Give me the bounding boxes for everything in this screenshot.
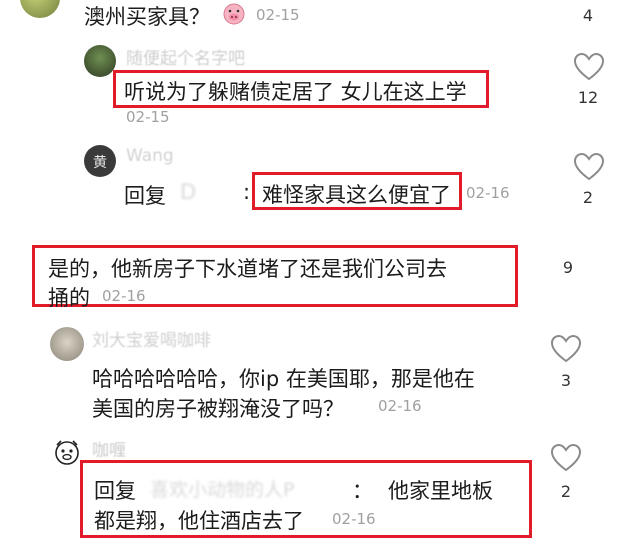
like-heart-icon[interactable] <box>549 443 583 473</box>
comment-text: 澳州买家具？ <box>84 5 210 29</box>
like-count: 3 <box>560 371 572 390</box>
like-heart-icon[interactable] <box>572 52 606 82</box>
reply-text-line2: 美国的房子被翔淹没了吗？ <box>92 397 344 421</box>
like-count: 4 <box>582 6 594 25</box>
reply-username[interactable]: 咖喱 <box>92 436 126 461</box>
like-count: 12 <box>577 88 599 107</box>
like-heart-icon[interactable] <box>549 334 583 364</box>
reply-prefix: 回复 <box>124 184 166 208</box>
like-heart-icon[interactable] <box>572 152 606 182</box>
comment-text-line2: 捅的 <box>48 286 90 310</box>
comment-date: 02-15 <box>256 6 300 24</box>
reply-colon: : <box>243 180 251 204</box>
avatar[interactable]: 黄 <box>84 145 116 177</box>
reply-text-line1: 他家里地板 <box>388 479 493 503</box>
avatar[interactable] <box>50 327 84 361</box>
reply-text: 听说为了躲赌债定居了 女儿在这上学 <box>124 80 467 104</box>
reply-text: 难怪家具这么便宜了 <box>262 183 451 207</box>
svg-text:黄: 黄 <box>93 154 107 171</box>
reply-date: 02-15 <box>126 108 170 126</box>
avatar[interactable] <box>20 0 60 18</box>
like-count: 9 <box>562 258 574 277</box>
reply-text-line1: 哈哈哈哈哈哈，你ip 在美国耶，那是他在 <box>92 367 475 391</box>
reply-date: 02-16 <box>466 184 510 202</box>
comment-date: 02-16 <box>102 287 146 305</box>
like-count: 2 <box>560 482 572 501</box>
avatar[interactable] <box>84 45 116 77</box>
reply-date: 02-16 <box>378 397 422 415</box>
reply-to-user[interactable]: D <box>180 180 196 204</box>
reply-text-line2: 都是翔，他住酒店去了 <box>94 509 304 533</box>
reply-username[interactable]: Wang <box>126 146 174 166</box>
reply-prefix: 回复 <box>94 479 136 503</box>
reply-to-user[interactable]: 喜欢小动物的人P <box>150 475 294 502</box>
comment-text-line1: 是的，他新房子下水道堵了还是我们公司去 <box>48 257 447 281</box>
reply-username[interactable]: 随便起个名字吧 <box>126 44 245 69</box>
like-count: 2 <box>582 188 594 207</box>
reply-colon: ： <box>352 479 373 503</box>
pig-emoji-icon <box>222 2 246 26</box>
avatar[interactable] <box>52 437 82 467</box>
reply-date: 02-16 <box>332 510 376 528</box>
reply-username[interactable]: 刘大宝爱喝咖啡 <box>92 326 211 351</box>
